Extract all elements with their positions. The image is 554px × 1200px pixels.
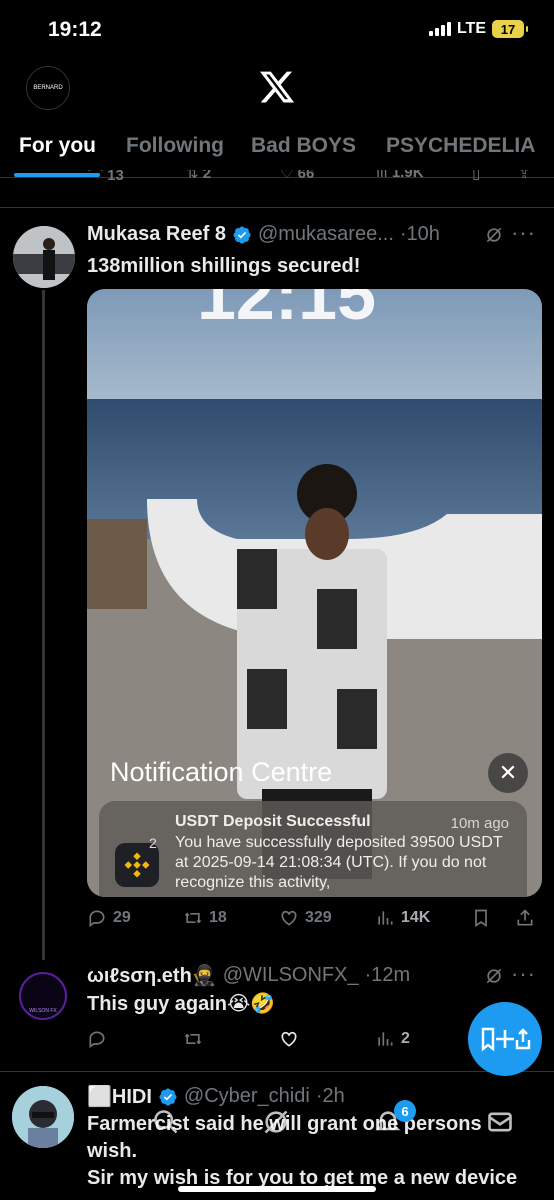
status-bar: 19:12 LTE 17	[0, 0, 554, 60]
repost-button[interactable]	[183, 1029, 203, 1049]
heart-icon	[281, 1031, 297, 1047]
grok-icon[interactable]	[484, 225, 504, 245]
grok-icon[interactable]	[262, 1108, 290, 1136]
author-handle[interactable]: @WILSONFX_	[223, 964, 359, 987]
heart-icon	[281, 910, 297, 926]
more-options-icon[interactable]: ···	[511, 220, 536, 246]
repost-icon	[184, 1033, 202, 1045]
share-icon	[517, 909, 533, 926]
reply-icon	[89, 910, 105, 928]
tab-following[interactable]: Following	[126, 134, 224, 158]
reply-button[interactable]: 29	[87, 908, 131, 928]
like-button[interactable]: 329	[279, 908, 332, 928]
reply-icon	[89, 1031, 105, 1049]
more-options-icon[interactable]: ···	[511, 961, 536, 987]
x-logo-icon	[259, 71, 295, 103]
svg-text:12:15: 12:15	[197, 289, 376, 334]
signal-icon	[428, 22, 451, 36]
avatar[interactable]	[13, 226, 75, 288]
avatar-photo	[13, 226, 75, 288]
view-count[interactable]: ılı 1.9K	[376, 170, 424, 181]
tab-for-you[interactable]: For you	[19, 134, 96, 158]
messages-icon[interactable]	[486, 1108, 514, 1136]
search-icon[interactable]	[152, 1108, 180, 1136]
author-name[interactable]: ωιℓsση.eth🥷	[87, 963, 217, 988]
tweet-header: Mukasa Reef 8 @mukasaree... ·10h	[87, 223, 440, 246]
bottom-nav	[0, 1100, 554, 1200]
tweet-text: 138million shillings secured!	[87, 255, 361, 277]
reply-count[interactable]: ⌒ 13	[88, 170, 124, 185]
views-icon	[378, 1032, 393, 1046]
close-icon: ✕	[488, 753, 528, 793]
tab-psychedelia[interactable]: PSYCHEDELIA	[386, 134, 535, 158]
tweet-text: This guy again😭🤣	[87, 993, 276, 1015]
compose-plus-icon	[481, 1027, 531, 1052]
battery-icon: 17	[492, 20, 528, 38]
compose-button[interactable]	[468, 1002, 542, 1076]
author-name[interactable]: Mukasa Reef 8	[87, 223, 226, 246]
like-button[interactable]	[279, 1029, 299, 1049]
bookmark-icon[interactable]: ▯	[472, 170, 480, 182]
tweet-header: ωιℓsση.eth🥷 @WILSONFX_ ·12m	[87, 963, 410, 988]
notifications-badge: 6	[394, 1100, 416, 1122]
bookmark-button[interactable]	[471, 908, 491, 928]
like-count[interactable]: ♡ 66	[280, 170, 314, 182]
reply-button[interactable]	[87, 1029, 107, 1049]
notification-count: 2	[149, 835, 157, 851]
home-indicator	[178, 1186, 376, 1192]
avatar-label: WILSON FX	[29, 1008, 57, 1014]
tab-bad-boys[interactable]: Bad BOYS	[251, 134, 356, 158]
views-icon	[378, 911, 393, 925]
tweet-time: ·10h	[399, 223, 440, 245]
tweet-actions: 29 18 329 14K	[87, 908, 537, 932]
status-indicators: LTE 17	[428, 20, 528, 38]
notification-time: 10m ago	[450, 815, 509, 832]
author-handle[interactable]: @mukasaree...	[258, 223, 394, 246]
repost-icon	[184, 912, 202, 924]
grok-icon[interactable]	[484, 966, 504, 986]
avatar[interactable]: WILSON FX	[19, 972, 67, 1020]
repost-button[interactable]: 18	[183, 908, 227, 928]
status-time: 19:12	[48, 18, 102, 41]
prev-tweet-actions: ⌒ 13 ⇅ 2 ♡ 66 ılı 1.9K ▯ ⇪	[0, 170, 554, 192]
notification-body: You have successfully deposited 39500 US…	[175, 834, 503, 891]
verified-badge-icon	[233, 225, 251, 244]
profile-avatar[interactable]: BERNARD	[26, 66, 70, 110]
repost-count[interactable]: ⇅ 2	[186, 170, 211, 182]
divider	[0, 207, 554, 208]
views-button[interactable]: 14K	[375, 908, 430, 928]
views-button[interactable]: 2	[375, 1029, 410, 1049]
divider	[0, 1071, 554, 1072]
tweet-media[interactable]: 12:15 Notification Centre ✕ 2 USDT Depos…	[87, 289, 542, 897]
notification-centre-label: Notification Centre	[110, 757, 333, 787]
thread-line	[42, 290, 45, 960]
tweet-time: ·12m	[364, 964, 411, 986]
network-label: LTE	[456, 20, 486, 37]
share-icon[interactable]: ⇪	[518, 170, 531, 182]
bookmark-icon	[475, 909, 487, 928]
notification-card: 2 USDT Deposit Successful 10m ago You ha…	[99, 801, 527, 897]
share-button[interactable]	[515, 908, 535, 928]
